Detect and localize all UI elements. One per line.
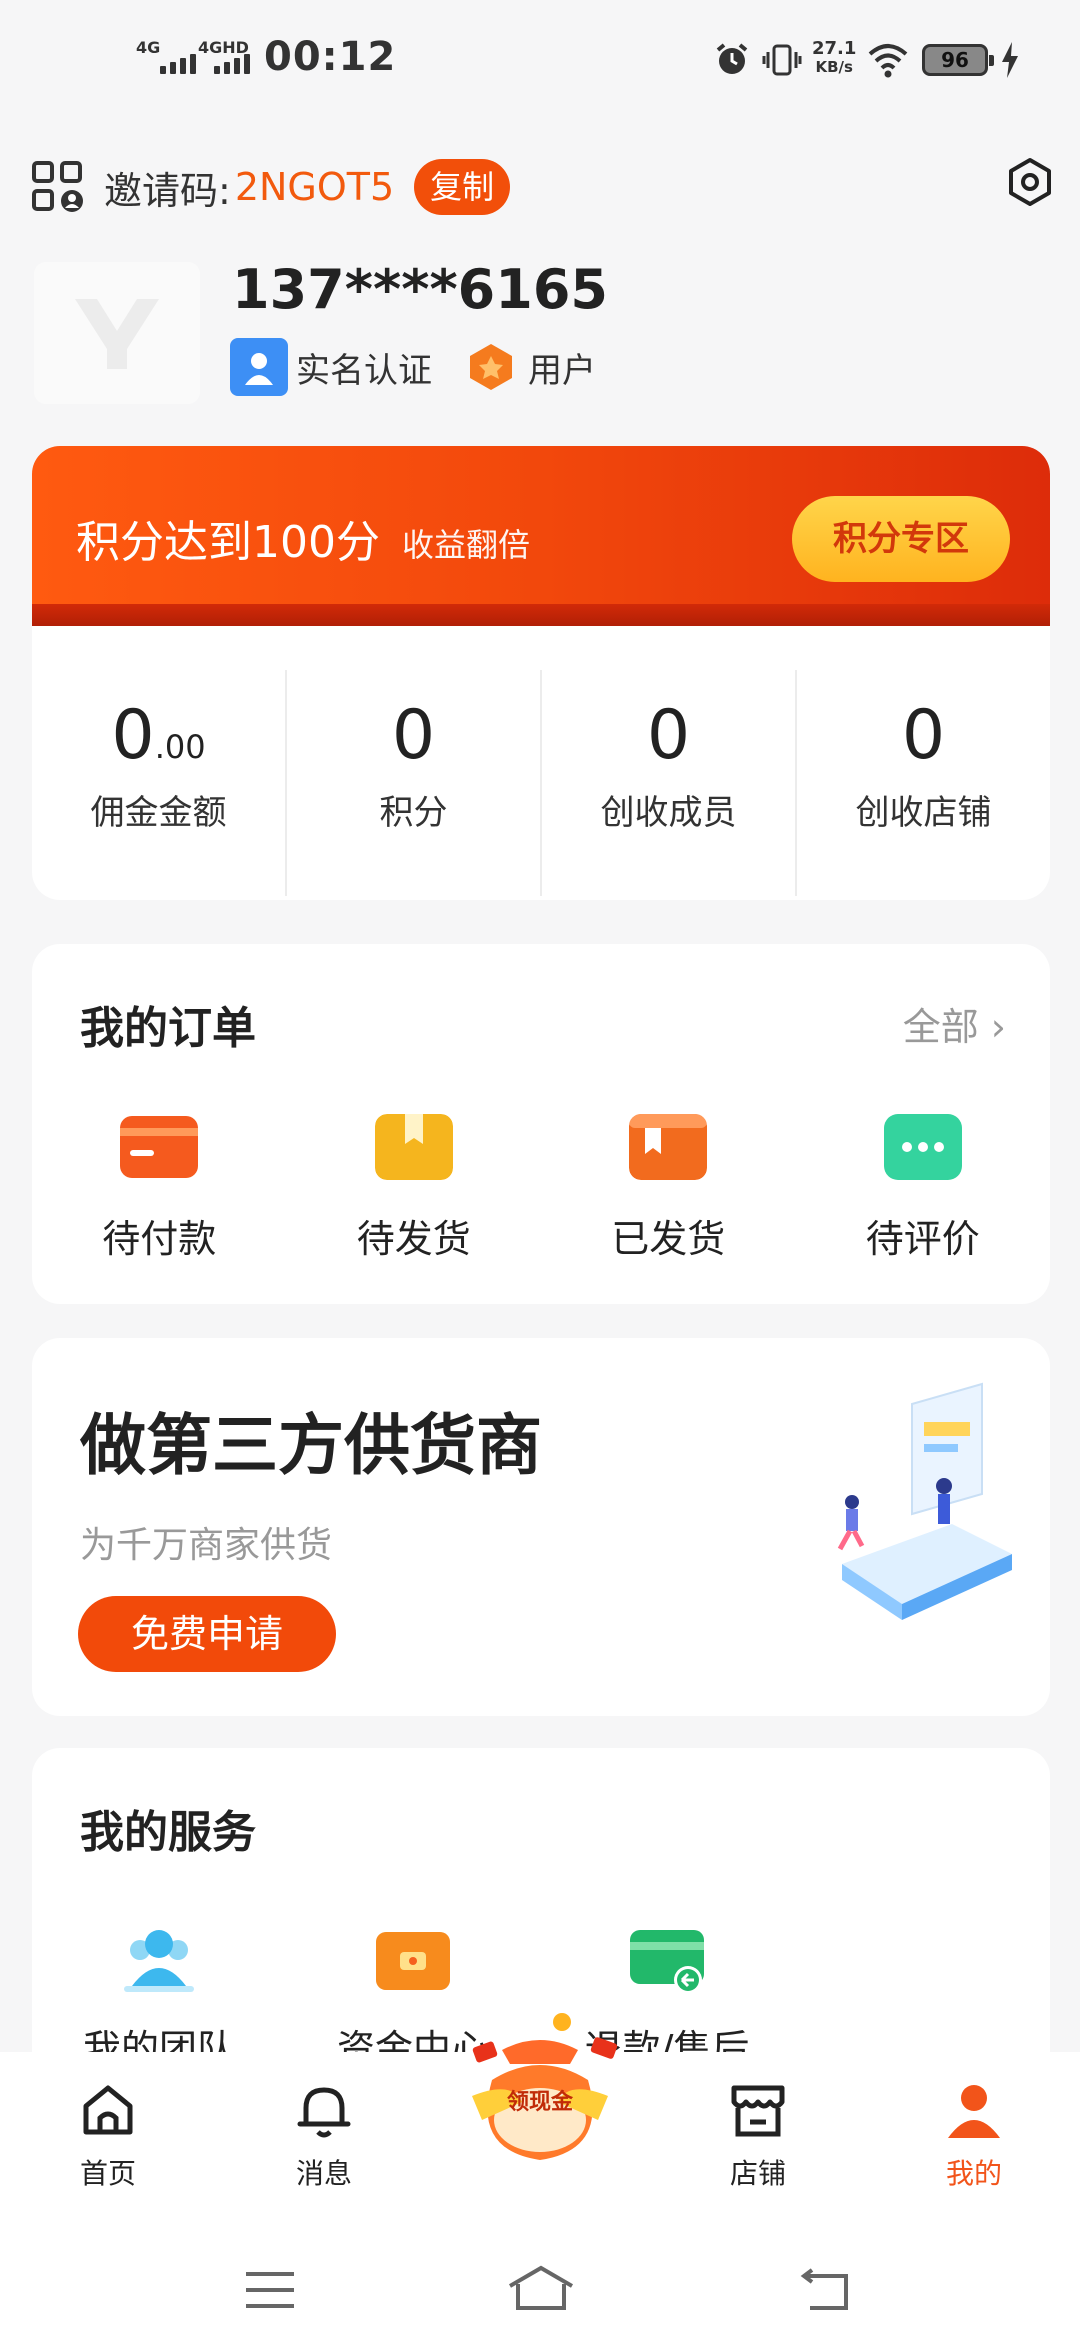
- nav-label: 首页: [79, 2157, 136, 2190]
- alarm-icon: [716, 43, 748, 74]
- service-my-team[interactable]: 我的团队: [32, 1926, 286, 2073]
- network-speed: 27.1 KB/s: [812, 38, 857, 77]
- nav-home[interactable]: 首页: [48, 2080, 168, 2192]
- signal-bars-1-icon: [160, 54, 196, 74]
- copy-button[interactable]: 复制: [414, 159, 511, 215]
- points-banner-subtitle: 收益翻倍: [402, 526, 531, 564]
- stat-commission[interactable]: 0.00 佣金金额: [32, 670, 287, 896]
- home-button-icon[interactable]: [506, 2264, 576, 2312]
- refund-icon: [630, 1930, 704, 1994]
- charging-icon: [1002, 42, 1018, 78]
- nav-label: 消息: [295, 2157, 352, 2190]
- home-icon: [83, 2085, 133, 2135]
- stat-value: 0: [901, 696, 946, 775]
- invite-code-label: 邀请码:: [104, 168, 231, 213]
- cash-label: 领现金: [506, 2090, 573, 2115]
- supplier-card[interactable]: 做第三方供货商 为千万商家供货 免费申请: [32, 1338, 1050, 1716]
- stat-value: 0: [646, 696, 691, 775]
- orders-title: 我的订单: [80, 1003, 256, 1054]
- order-label: 待评价: [865, 1217, 980, 1261]
- nav-mine[interactable]: 我的: [914, 2080, 1034, 2192]
- services-title: 我的服务: [80, 1807, 256, 1858]
- team-icon: [124, 1930, 194, 1992]
- package-icon: [629, 1114, 708, 1180]
- order-pending-review[interactable]: 待评价: [796, 1114, 1051, 1263]
- signal-bars-2-icon: [214, 54, 250, 74]
- nav-store[interactable]: 店铺: [698, 2080, 818, 2192]
- vibrate-icon: [762, 44, 802, 76]
- points-banner[interactable]: 积分达到100分 收益翻倍 积分专区: [32, 446, 1050, 626]
- user-phone: 137****6165: [232, 258, 608, 321]
- order-pending-shipment[interactable]: 待发货: [287, 1114, 542, 1263]
- stat-members[interactable]: 0 创收成员: [542, 670, 797, 896]
- network-indicator-1: 4G: [136, 38, 161, 57]
- supplier-illustration-icon: [837, 1382, 1012, 1620]
- verified-user-icon: [230, 338, 288, 396]
- system-nav-bar: [0, 2228, 1080, 2340]
- avatar-logo-icon: [75, 299, 159, 369]
- stats-card: 0.00 佣金金额 0 积分 0 创收成员 0 创收店铺: [32, 626, 1050, 900]
- stat-points[interactable]: 0 积分: [287, 670, 542, 896]
- points-banner-title: 积分达到100分: [76, 517, 380, 568]
- points-zone-button[interactable]: 积分专区: [792, 496, 1010, 582]
- order-label: 已发货: [611, 1217, 726, 1261]
- stat-label: 创收成员: [600, 793, 737, 833]
- wallet-icon: [376, 1932, 450, 1990]
- free-apply-button[interactable]: 免费申请: [78, 1596, 336, 1672]
- user-icon: [948, 2085, 1000, 2138]
- nav-label: 我的: [945, 2157, 1002, 2190]
- nav-messages[interactable]: 消息: [264, 2080, 384, 2192]
- avatar[interactable]: [34, 262, 200, 404]
- orders-card: 我的订单 全部 › 待付款 待发货 已发货 待评价: [32, 944, 1050, 1304]
- stat-decimal: .00: [154, 728, 206, 766]
- qr-code-icon[interactable]: [32, 161, 84, 213]
- badge-real-name: 实名认证: [296, 350, 432, 391]
- user-level-icon: [462, 338, 520, 396]
- battery-icon: 96: [922, 44, 994, 76]
- settings-icon[interactable]: [1004, 156, 1056, 208]
- store-icon: [731, 2085, 785, 2137]
- wifi-icon: [868, 44, 908, 78]
- invite-row: 邀请码: 2NGOT5 复制: [32, 150, 511, 224]
- invite-code-value: 2NGOT5: [234, 165, 395, 209]
- badge-row: 实名认证 用户: [230, 338, 626, 396]
- badge-user: 用户: [528, 350, 596, 391]
- status-bar: 4G 4GHD 00:12 27.1 KB/s 96: [0, 0, 1080, 120]
- stat-label: 创收店铺: [855, 793, 992, 833]
- orders-all-link[interactable]: 全部 ›: [903, 996, 1006, 1051]
- card-icon: [120, 1116, 199, 1178]
- stat-stores[interactable]: 0 创收店铺: [797, 670, 1050, 896]
- back-icon[interactable]: [796, 2268, 852, 2312]
- supplier-title: 做第三方供货商: [80, 1407, 542, 1484]
- stat-value: 0: [111, 696, 155, 775]
- stat-value: 0: [391, 696, 436, 775]
- menu-icon[interactable]: [244, 2270, 296, 2310]
- order-label: 待发货: [356, 1217, 471, 1261]
- status-time: 00:12: [264, 34, 397, 80]
- order-pending-payment[interactable]: 待付款: [32, 1114, 287, 1263]
- chat-dots-icon: [883, 1114, 962, 1180]
- bell-icon: [297, 2087, 351, 2138]
- stat-label: 积分: [379, 793, 448, 833]
- bookmark-box-icon: [374, 1114, 453, 1180]
- order-label: 待付款: [102, 1217, 217, 1261]
- nav-label: 店铺: [729, 2157, 786, 2190]
- supplier-subtitle: 为千万商家供货: [80, 1525, 333, 1566]
- order-shipped[interactable]: 已发货: [541, 1114, 796, 1263]
- stat-label: 佣金金额: [90, 793, 227, 833]
